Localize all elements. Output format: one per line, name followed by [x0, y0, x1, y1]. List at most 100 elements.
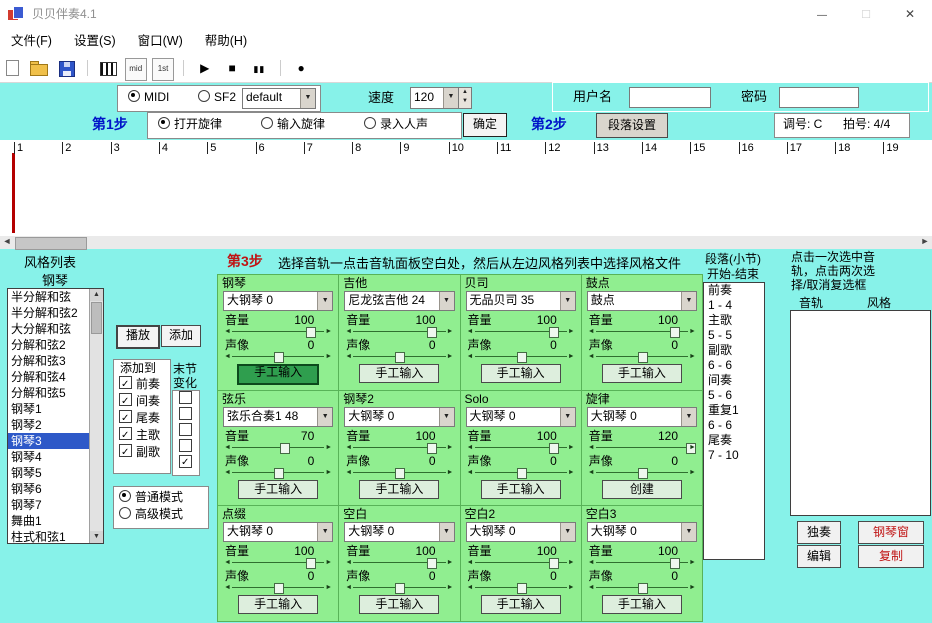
slider-left-icon[interactable]	[344, 443, 353, 453]
add-style-button[interactable]: 添加	[161, 325, 201, 347]
slider-right-icon[interactable]	[688, 352, 697, 362]
instrument-select[interactable]: 大钢琴 0	[466, 407, 576, 427]
soundbank-select[interactable]: default	[242, 88, 316, 109]
slider-right-icon[interactable]	[567, 583, 576, 593]
instrument-select[interactable]: 大钢琴 0	[587, 522, 697, 542]
style-list-item[interactable]: 钢琴5	[8, 465, 90, 481]
track-panel[interactable]: 弦乐 弦乐合奏1 48 音量70 声像0 手工输入	[218, 391, 338, 506]
instrument-select[interactable]: 鼓点	[587, 291, 697, 311]
style-list-item[interactable]: 舞曲1	[8, 513, 90, 529]
manual-input-button[interactable]: 手工输入	[481, 595, 561, 614]
checkbox-icon[interactable]	[179, 455, 192, 468]
section-list-item[interactable]: 间奏	[704, 373, 764, 388]
manual-input-button[interactable]: 手工输入	[602, 364, 682, 383]
slider-right-icon[interactable]	[567, 327, 576, 337]
style-listbox[interactable]: 半分解和弦半分解和弦2大分解和弦分解和弦2分解和弦3分解和弦4分解和弦5钢琴1钢…	[7, 288, 104, 544]
slider-left-icon[interactable]	[344, 327, 353, 337]
piano-roll-icon[interactable]	[97, 58, 119, 79]
add-to-option[interactable]: 间奏	[114, 393, 170, 410]
track-panel[interactable]: 钢琴 大钢琴 0 音量100 声像0 手工输入	[218, 275, 338, 390]
volume-slider[interactable]	[344, 558, 454, 568]
pan-slider[interactable]	[223, 468, 333, 478]
style-list-item[interactable]: 钢琴7	[8, 497, 90, 513]
slider-left-icon[interactable]	[223, 468, 232, 478]
edit-button[interactable]: 编辑	[797, 545, 841, 568]
slider-thumb[interactable]	[549, 443, 559, 454]
slider-thumb[interactable]	[549, 327, 559, 338]
slider-thumb[interactable]	[638, 352, 648, 363]
slider-left-icon[interactable]	[466, 352, 475, 362]
slider-thumb[interactable]	[395, 468, 405, 479]
instrument-select[interactable]: 大钢琴 0	[223, 291, 333, 311]
section-list-item[interactable]: 重复1	[704, 403, 764, 418]
new-file-icon[interactable]	[1, 58, 23, 79]
manual-input-button[interactable]: 手工输入	[238, 595, 318, 614]
close-button[interactable]	[888, 0, 932, 28]
slider-left-icon[interactable]	[466, 443, 475, 453]
open-melody-radio[interactable]: 打开旋律	[158, 113, 222, 136]
checkbox-icon[interactable]	[179, 439, 192, 452]
slider-right-icon[interactable]	[324, 327, 333, 337]
slider-left-icon[interactable]	[466, 583, 475, 593]
add-to-option[interactable]: 前奏	[114, 376, 170, 393]
slider-thumb[interactable]	[638, 583, 648, 594]
pause-icon[interactable]	[248, 58, 270, 79]
slider-left-icon[interactable]	[223, 443, 232, 453]
pan-slider[interactable]	[344, 583, 454, 593]
password-input[interactable]	[779, 87, 859, 108]
speed-select[interactable]: 120	[410, 87, 459, 109]
volume-slider[interactable]	[466, 327, 576, 337]
slider-left-icon[interactable]	[587, 352, 596, 362]
slider-right-icon[interactable]	[688, 443, 697, 453]
slider-left-icon[interactable]	[344, 468, 353, 478]
instrument-select[interactable]: 大钢琴 0	[223, 522, 333, 542]
section-list-item[interactable]: 1 - 4	[704, 298, 764, 313]
track-panel[interactable]: 空白3 大钢琴 0 音量100 声像0 手工输入	[582, 506, 702, 621]
pan-slider[interactable]	[223, 583, 333, 593]
section-settings-button[interactable]: 段落设置	[596, 113, 668, 138]
play-style-button[interactable]: 播放	[116, 325, 160, 349]
checkbox-icon[interactable]	[119, 393, 132, 406]
style-list-item[interactable]: 钢琴2	[8, 417, 90, 433]
style-list-item[interactable]: 钢琴3	[8, 433, 90, 449]
instrument-select[interactable]: 大钢琴 0	[466, 522, 576, 542]
checkbox-icon[interactable]	[179, 407, 192, 420]
record-icon[interactable]	[290, 58, 312, 79]
slider-left-icon[interactable]	[223, 352, 232, 362]
track-panel[interactable]: 鼓点 鼓点 音量100 声像0 手工输入	[582, 275, 702, 390]
style-list-item[interactable]: 分解和弦3	[8, 353, 90, 369]
stop-icon[interactable]	[221, 58, 243, 79]
speed-spinner[interactable]	[458, 87, 472, 109]
slider-right-icon[interactable]	[446, 443, 455, 453]
manual-input-button[interactable]: 手工输入	[602, 595, 682, 614]
slider-right-icon[interactable]	[567, 468, 576, 478]
slider-left-icon[interactable]	[587, 443, 596, 453]
input-melody-radio[interactable]: 输入旋律	[261, 113, 325, 136]
track-select-listbox[interactable]	[790, 310, 931, 516]
style-list-item[interactable]: 柱式和弦1	[8, 529, 90, 544]
sf2-radio[interactable]: SF2	[198, 86, 236, 109]
add-to-option[interactable]: 尾奏	[114, 410, 170, 427]
pan-slider[interactable]	[344, 352, 454, 362]
pan-slider[interactable]	[466, 468, 576, 478]
instrument-select[interactable]: 大钢琴 0	[587, 407, 697, 427]
scroll-left-icon[interactable]: ◄	[0, 236, 14, 249]
slider-right-icon[interactable]	[446, 468, 455, 478]
track-panel[interactable]: 点缀 大钢琴 0 音量100 声像0 手工输入	[218, 506, 338, 621]
slider-thumb[interactable]	[306, 558, 316, 569]
section-list-item[interactable]: 主歌	[704, 313, 764, 328]
slider-thumb[interactable]	[280, 443, 290, 454]
volume-slider[interactable]	[587, 327, 697, 337]
track-panel[interactable]: 旋律 大钢琴 0 音量120 声像0 创建	[582, 391, 702, 506]
section-list-item[interactable]: 7 - 10	[704, 448, 764, 463]
slider-thumb[interactable]	[517, 352, 527, 363]
spin-up-icon[interactable]	[459, 88, 471, 97]
slider-right-icon[interactable]	[688, 327, 697, 337]
scroll-thumb[interactable]	[15, 237, 87, 250]
pan-slider[interactable]	[466, 583, 576, 593]
scroll-down-icon[interactable]	[90, 531, 103, 543]
track-panel[interactable]: 贝司 无品贝司 35 音量100 声像0 手工输入	[461, 275, 581, 390]
add-to-option[interactable]: 副歌	[114, 444, 170, 461]
slider-right-icon[interactable]	[688, 583, 697, 593]
menu-item-1[interactable]: 文件(F)	[0, 28, 63, 55]
